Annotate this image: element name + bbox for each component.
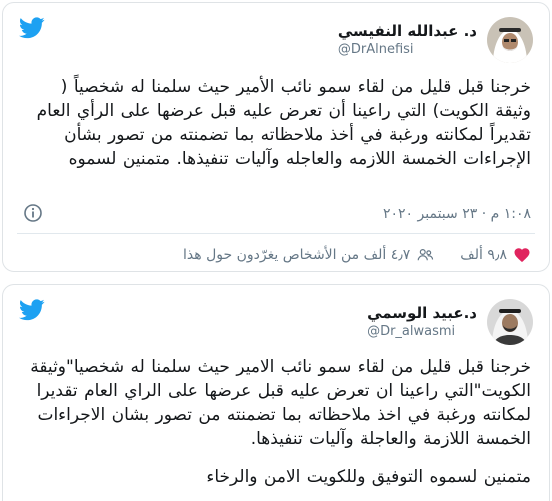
author-name[interactable]: د. عبدالله النفيسي — [338, 21, 477, 41]
tweet-text-closing: متمنين لسموه التوفيق وللكويت الامن والرخ… — [206, 467, 531, 487]
author-names: د. عبدالله النفيسي @DrAlnefisi — [338, 21, 477, 59]
like-count[interactable]: ٩٫٨ ألف — [460, 247, 507, 263]
people-talking-link[interactable]: ٤٫٧ ألف من الأشخاص يغرّدون حول هذا — [183, 247, 410, 263]
heart-icon[interactable] — [513, 246, 531, 264]
tweet-header: د. عبدالله النفيسي @DrAlnefisi — [338, 17, 533, 63]
author-name[interactable]: د.عبيد الوسمي — [367, 303, 477, 323]
author-names: د.عبيد الوسمي @Dr_alwasmi — [367, 303, 477, 341]
author-handle[interactable]: @DrAlnefisi — [338, 41, 414, 59]
tweet-card-1[interactable]: د. عبدالله النفيسي @DrAlnefisi خرجنا قبل… — [2, 2, 550, 272]
divider — [17, 233, 535, 234]
avatar[interactable] — [487, 17, 533, 63]
twitter-bird-icon[interactable] — [19, 17, 45, 39]
tweet-timestamp[interactable]: ١:٠٨ م · ٢٣ سبتمبر ٢٠٢٠ — [383, 206, 531, 222]
tweet-text: خرجنا قبل قليل من لقاء سمو نائب الامير ح… — [30, 357, 531, 449]
avatar[interactable] — [487, 299, 533, 345]
tweet-footer: ٩٫٨ ألف ٤٫٧ ألف من الأشخاص يغرّدون حول ه… — [183, 243, 531, 267]
tweets-canvas: د. عبدالله النفيسي @DrAlnefisi خرجنا قبل… — [0, 0, 552, 501]
tweet-text: خرجنا قبل قليل من لقاء سمو نائب الأمير ح… — [36, 77, 531, 169]
tweet-card-2[interactable]: د.عبيد الوسمي @Dr_alwasmi خرجنا قبل قليل… — [2, 284, 550, 501]
author-handle[interactable]: @Dr_alwasmi — [367, 323, 455, 341]
people-icon[interactable] — [416, 246, 434, 264]
tweet-header: د.عبيد الوسمي @Dr_alwasmi — [367, 299, 533, 345]
twitter-bird-icon[interactable] — [19, 299, 45, 321]
info-icon[interactable] — [23, 203, 43, 223]
